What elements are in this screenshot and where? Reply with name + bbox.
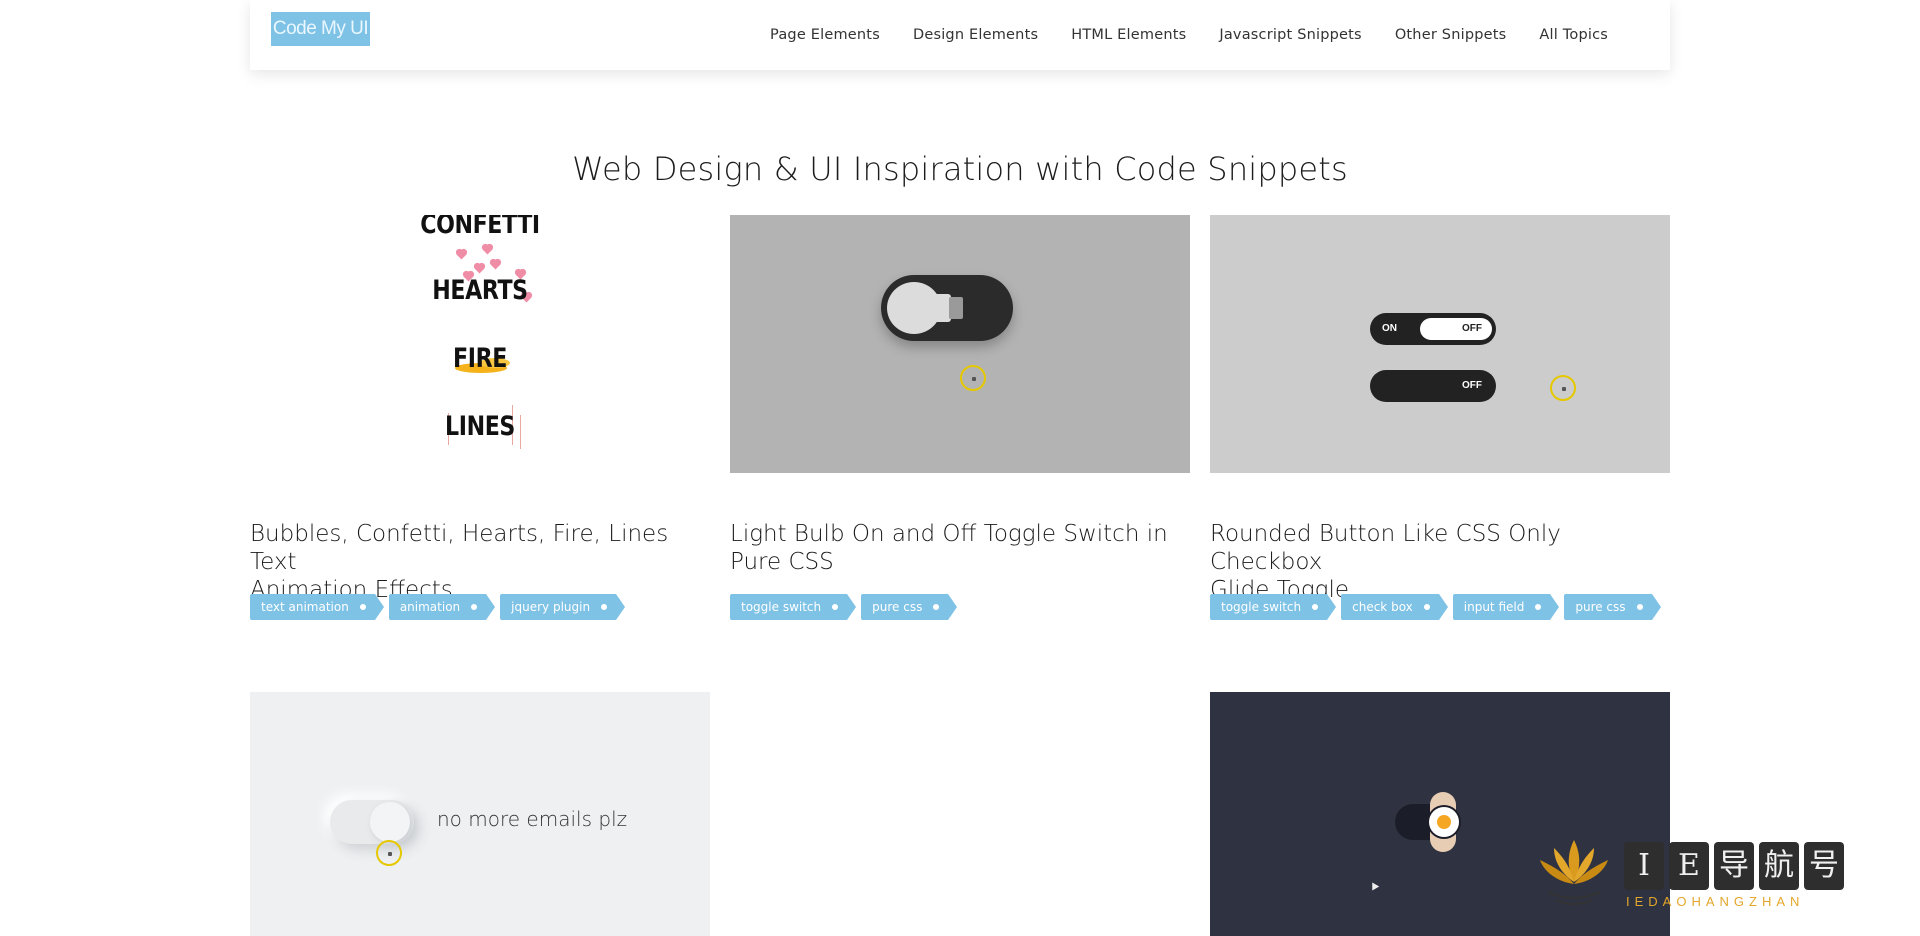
tag-toggle-switch[interactable]: toggle switch bbox=[730, 594, 857, 620]
bulb-base bbox=[949, 297, 963, 319]
tag-toggle-switch[interactable]: toggle switch bbox=[1210, 594, 1337, 620]
page: Code My UI Page Elements Design Elements… bbox=[0, 0, 1920, 936]
toggle-off-label: OFF bbox=[1462, 323, 1482, 334]
cursor-highlight-icon bbox=[376, 840, 402, 866]
preview-text: no more emails plz bbox=[437, 807, 628, 831]
tag-pure-css[interactable]: pure css bbox=[861, 594, 958, 620]
card-title-line: Bubbles, Confetti, Hearts, Fire, Lines T… bbox=[250, 521, 669, 575]
tag-text-animation[interactable]: text animation bbox=[250, 594, 384, 620]
lotus-icon bbox=[1540, 840, 1608, 905]
watermark-char: 导 bbox=[1714, 842, 1754, 890]
card-title-line: Light Bulb On and Off Toggle Switch in bbox=[730, 521, 1168, 547]
tag-animation[interactable]: animation bbox=[388, 594, 496, 620]
site-logo[interactable]: Code My UI bbox=[271, 12, 370, 46]
watermark-char: 航 bbox=[1759, 842, 1799, 890]
site-header: Code My UI Page Elements Design Elements… bbox=[250, 0, 1670, 70]
bulb-toggle-switch bbox=[881, 275, 1013, 341]
tag-pure-css[interactable]: pure css bbox=[1564, 594, 1661, 620]
nav-javascript-snippets[interactable]: Javascript Snippets bbox=[1219, 27, 1361, 43]
tag-jquery-plugin[interactable]: jquery plugin bbox=[500, 594, 625, 620]
watermark-char: I bbox=[1624, 842, 1664, 890]
card-thumbnail[interactable]: ON OFF OFF bbox=[1210, 215, 1670, 473]
snippet-card: ON OFF OFF Rounded Button Like CSS Only … bbox=[1210, 215, 1670, 620]
toggle-knob bbox=[370, 802, 410, 842]
snippet-card: Light Bulb On and Off Toggle Switch in P… bbox=[730, 215, 1190, 620]
card-title-line: Rounded Button Like CSS Only Checkbox bbox=[1210, 521, 1561, 575]
card-title[interactable]: Rounded Button Like CSS Only Checkbox Gl… bbox=[1210, 520, 1680, 604]
card-title-line: Pure CSS bbox=[730, 549, 834, 575]
card-thumbnail[interactable]: CONFETTI HEARTS FIRE LINES bbox=[250, 215, 710, 473]
toggle-on-label: ON bbox=[1382, 323, 1397, 334]
nav-design-elements[interactable]: Design Elements bbox=[913, 27, 1038, 43]
effect-word: FIRE bbox=[453, 343, 507, 374]
heart-particle bbox=[490, 259, 501, 270]
tag-check-box[interactable]: check box bbox=[1341, 594, 1448, 620]
tag-list: toggle switch pure css bbox=[730, 594, 958, 620]
watermark-logo: I E 导 航 号 IEDAOHANGZHAN bbox=[1534, 832, 1904, 912]
neumorphic-toggle bbox=[330, 800, 414, 844]
effect-word: LINES bbox=[445, 411, 515, 442]
heart-particle bbox=[474, 263, 485, 274]
egg-icon bbox=[1429, 807, 1459, 837]
nav-other-snippets[interactable]: Other Snippets bbox=[1395, 27, 1507, 43]
heart-particle bbox=[482, 244, 493, 255]
effect-word: CONFETTI bbox=[420, 215, 540, 240]
tag-input-field[interactable]: input field bbox=[1452, 594, 1559, 620]
card-thumbnail[interactable] bbox=[730, 215, 1190, 473]
snippet-card: no more emails plz bbox=[250, 692, 710, 936]
glide-toggle-off: OFF bbox=[1370, 370, 1496, 402]
watermark-subtitle: IEDAOHANGZHAN bbox=[1626, 894, 1805, 909]
glide-toggle-on: ON OFF bbox=[1370, 313, 1496, 345]
main-nav: Page Elements Design Elements HTML Eleme… bbox=[737, 0, 1608, 70]
tag-list: text animation animation jquery plugin bbox=[250, 594, 625, 620]
nav-all-topics[interactable]: All Topics bbox=[1539, 27, 1608, 43]
snippet-card bbox=[730, 692, 1190, 936]
card-thumbnail[interactable]: no more emails plz bbox=[250, 692, 710, 936]
snippet-card: CONFETTI HEARTS FIRE LINES Bubbles, Conf… bbox=[250, 215, 710, 620]
watermark-char: E bbox=[1669, 842, 1709, 890]
cursor-highlight-icon bbox=[960, 365, 986, 391]
card-title[interactable]: Light Bulb On and Off Toggle Switch in P… bbox=[730, 520, 1200, 576]
watermark-char: 号 bbox=[1804, 842, 1844, 890]
cursor-icon bbox=[1368, 880, 1380, 891]
card-title[interactable]: Bubbles, Confetti, Hearts, Fire, Lines T… bbox=[250, 520, 720, 604]
nav-page-elements[interactable]: Page Elements bbox=[770, 27, 880, 43]
toggle-off-label: OFF bbox=[1462, 380, 1482, 391]
tag-list: toggle switch check box input field pure… bbox=[1210, 594, 1661, 620]
egg-yolk bbox=[1437, 815, 1451, 829]
bulb-neck bbox=[929, 294, 951, 322]
page-title: Web Design & UI Inspiration with Code Sn… bbox=[572, 150, 1348, 188]
heart-particle bbox=[456, 249, 467, 260]
cursor-highlight-icon bbox=[1550, 375, 1576, 401]
effect-word: HEARTS bbox=[432, 275, 528, 306]
nav-html-elements[interactable]: HTML Elements bbox=[1071, 27, 1186, 43]
card-thumbnail[interactable] bbox=[730, 692, 1190, 936]
toggle-knob: OFF bbox=[1420, 318, 1492, 340]
